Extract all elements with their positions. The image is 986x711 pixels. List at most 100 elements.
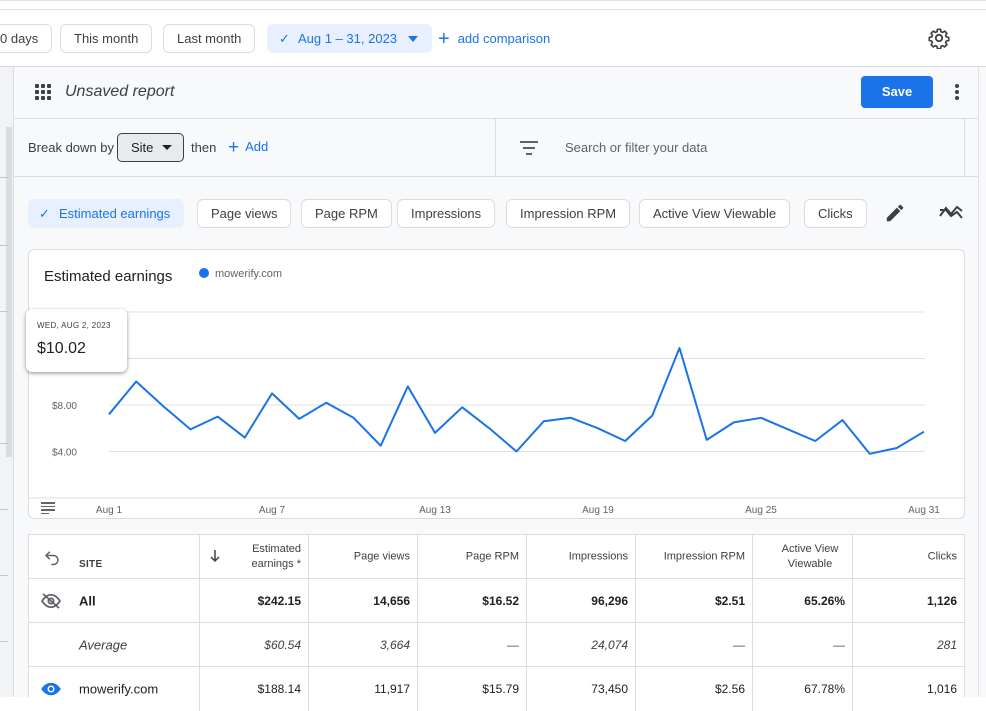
- chip-last-month[interactable]: Last month: [163, 24, 256, 53]
- divider: [0, 443, 8, 444]
- tooltip-date: WED, AUG 2, 2023: [37, 321, 111, 330]
- data-point: [133, 379, 139, 385]
- row-label-cell: Average: [29, 623, 199, 666]
- metric-impressions[interactable]: Impressions: [397, 199, 496, 228]
- gear-icon[interactable]: [928, 27, 950, 49]
- column-header-label: Page RPM: [465, 550, 519, 562]
- x-tick-label: Aug 19: [582, 505, 614, 516]
- data-point: [351, 415, 357, 421]
- x-tick-label: Aug 13: [419, 505, 451, 516]
- table-row-site[interactable]: mowerify.com $188.14 11,917 $15.79 73,45…: [29, 667, 964, 711]
- divider: [0, 245, 8, 246]
- add-breakdown-button[interactable]: + Add: [228, 137, 268, 159]
- breakdown-bar: Break down by Site then + Add Search or f…: [14, 119, 978, 177]
- table-row-average[interactable]: Average $60.54 3,664 — 24,074 — — 281: [29, 623, 964, 667]
- column-header-page-rpm[interactable]: Page RPM: [417, 535, 526, 578]
- column-header-estimated-earnings[interactable]: Estimated earnings *: [199, 535, 308, 578]
- divider: [0, 641, 8, 642]
- breakdown-value: Site: [131, 140, 154, 155]
- add-comparison-button[interactable]: + add comparison: [438, 24, 550, 53]
- check-icon: ✓: [39, 206, 50, 221]
- search-filter-input[interactable]: Search or filter your data: [565, 140, 707, 155]
- metric-page-views[interactable]: Page views: [197, 199, 292, 228]
- metric-active-view-viewable[interactable]: Active View Viewable: [639, 199, 791, 228]
- undo-icon[interactable]: [43, 548, 61, 566]
- column-header-clicks[interactable]: Clicks: [852, 535, 964, 578]
- data-point: [677, 345, 683, 351]
- metric-label: Estimated earnings: [59, 206, 171, 221]
- data-point: [758, 415, 764, 421]
- filter-icon[interactable]: [520, 141, 538, 155]
- chip-this-month[interactable]: This month: [60, 24, 153, 53]
- chart-tooltip: WED, AUG 2, 2023 $10.02: [26, 309, 127, 372]
- metric-clicks[interactable]: Clicks: [804, 199, 867, 228]
- divider: [495, 119, 496, 177]
- data-point: [867, 451, 873, 457]
- chart-card: Estimated earnings mowerify.com $4.00 $8.…: [28, 249, 966, 520]
- data-point: [106, 411, 112, 417]
- row-label: Average: [79, 637, 128, 652]
- table-row-all[interactable]: All $242.15 14,656 $16.52 96,296 $2.51 6…: [29, 579, 964, 623]
- line-chart[interactable]: $4.00 $8.00 Aug 1 Aug 7 Aug 13 Aug 19 Aug 25 Au…: [29, 250, 966, 520]
- report-header: Unsaved report Save: [14, 67, 978, 119]
- data-point: [486, 425, 492, 431]
- more-vert-icon[interactable]: [955, 84, 959, 102]
- data-point: [649, 412, 655, 418]
- compare-trend-icon[interactable]: [939, 203, 963, 223]
- metric-impression-rpm[interactable]: Impression RPM: [506, 199, 631, 228]
- save-button[interactable]: Save: [861, 76, 933, 108]
- eye-icon[interactable]: [40, 681, 62, 697]
- metric-estimated-earnings[interactable]: ✓ Estimated earnings: [28, 199, 185, 228]
- column-header-label: Impressions: [568, 550, 628, 562]
- chip-last-days[interactable]: 0 days: [0, 24, 53, 53]
- column-header-page-views[interactable]: Page views: [308, 535, 417, 578]
- x-tick-label: Aug 1: [96, 505, 123, 516]
- site-header-label: SITE: [79, 558, 103, 570]
- column-header-label: Page views: [353, 550, 410, 562]
- data-point: [812, 438, 818, 444]
- breakdown-select[interactable]: Site: [117, 133, 184, 162]
- caret-down-icon: [162, 145, 172, 150]
- column-header-impression-rpm[interactable]: Impression RPM: [635, 535, 752, 578]
- data-table-toggle-icon[interactable]: [41, 502, 55, 514]
- table-cell: 14,656: [308, 579, 417, 622]
- metric-page-rpm[interactable]: Page RPM: [301, 199, 392, 228]
- column-header-active-view-viewable[interactable]: Active View Viewable: [752, 535, 852, 578]
- plus-icon: +: [228, 137, 240, 158]
- data-point: [459, 404, 465, 410]
- column-header-impressions[interactable]: Impressions: [526, 535, 635, 578]
- table-cell: —: [417, 623, 526, 666]
- series-line: [108, 347, 925, 455]
- divider: [964, 119, 965, 177]
- row-label-cell: mowerify.com: [29, 667, 199, 711]
- table-cell: 1,126: [852, 579, 964, 622]
- data-point: [921, 429, 927, 435]
- data-point: [595, 425, 601, 431]
- table-cell: 67.78%: [752, 667, 852, 711]
- row-label: mowerify.com: [79, 681, 159, 697]
- eye-off-icon[interactable]: [40, 592, 62, 609]
- data-point: [378, 443, 384, 449]
- x-tick-label: Aug 7: [259, 505, 286, 516]
- table-cell: $188.14: [199, 667, 308, 711]
- table-cell: 281: [852, 623, 964, 666]
- report-title[interactable]: Unsaved report: [65, 83, 174, 101]
- site-column-header[interactable]: SITE: [29, 535, 199, 578]
- apps-grid-icon[interactable]: [35, 84, 51, 100]
- table-cell: $15.79: [417, 667, 526, 711]
- table-cell: 1,016: [852, 667, 964, 711]
- x-tick-label: Aug 31: [908, 505, 940, 516]
- column-header-label: Impression RPM: [663, 550, 745, 562]
- data-point: [160, 403, 166, 409]
- table-header-row: SITE Estimated earnings * Page views Pag…: [29, 535, 964, 579]
- date-range-picker[interactable]: ✓ Aug 1 – 31, 2023: [267, 24, 433, 53]
- divider: [0, 575, 8, 576]
- data-point: [568, 415, 574, 421]
- tooltip-value: $10.02: [37, 340, 86, 357]
- right-scrollbar[interactable]: [978, 67, 986, 697]
- pencil-icon[interactable]: [884, 202, 906, 224]
- data-point: [731, 419, 737, 425]
- y-tick-label: $4.00: [52, 448, 77, 459]
- table-cell: $16.52: [417, 579, 526, 622]
- data-point: [785, 426, 791, 432]
